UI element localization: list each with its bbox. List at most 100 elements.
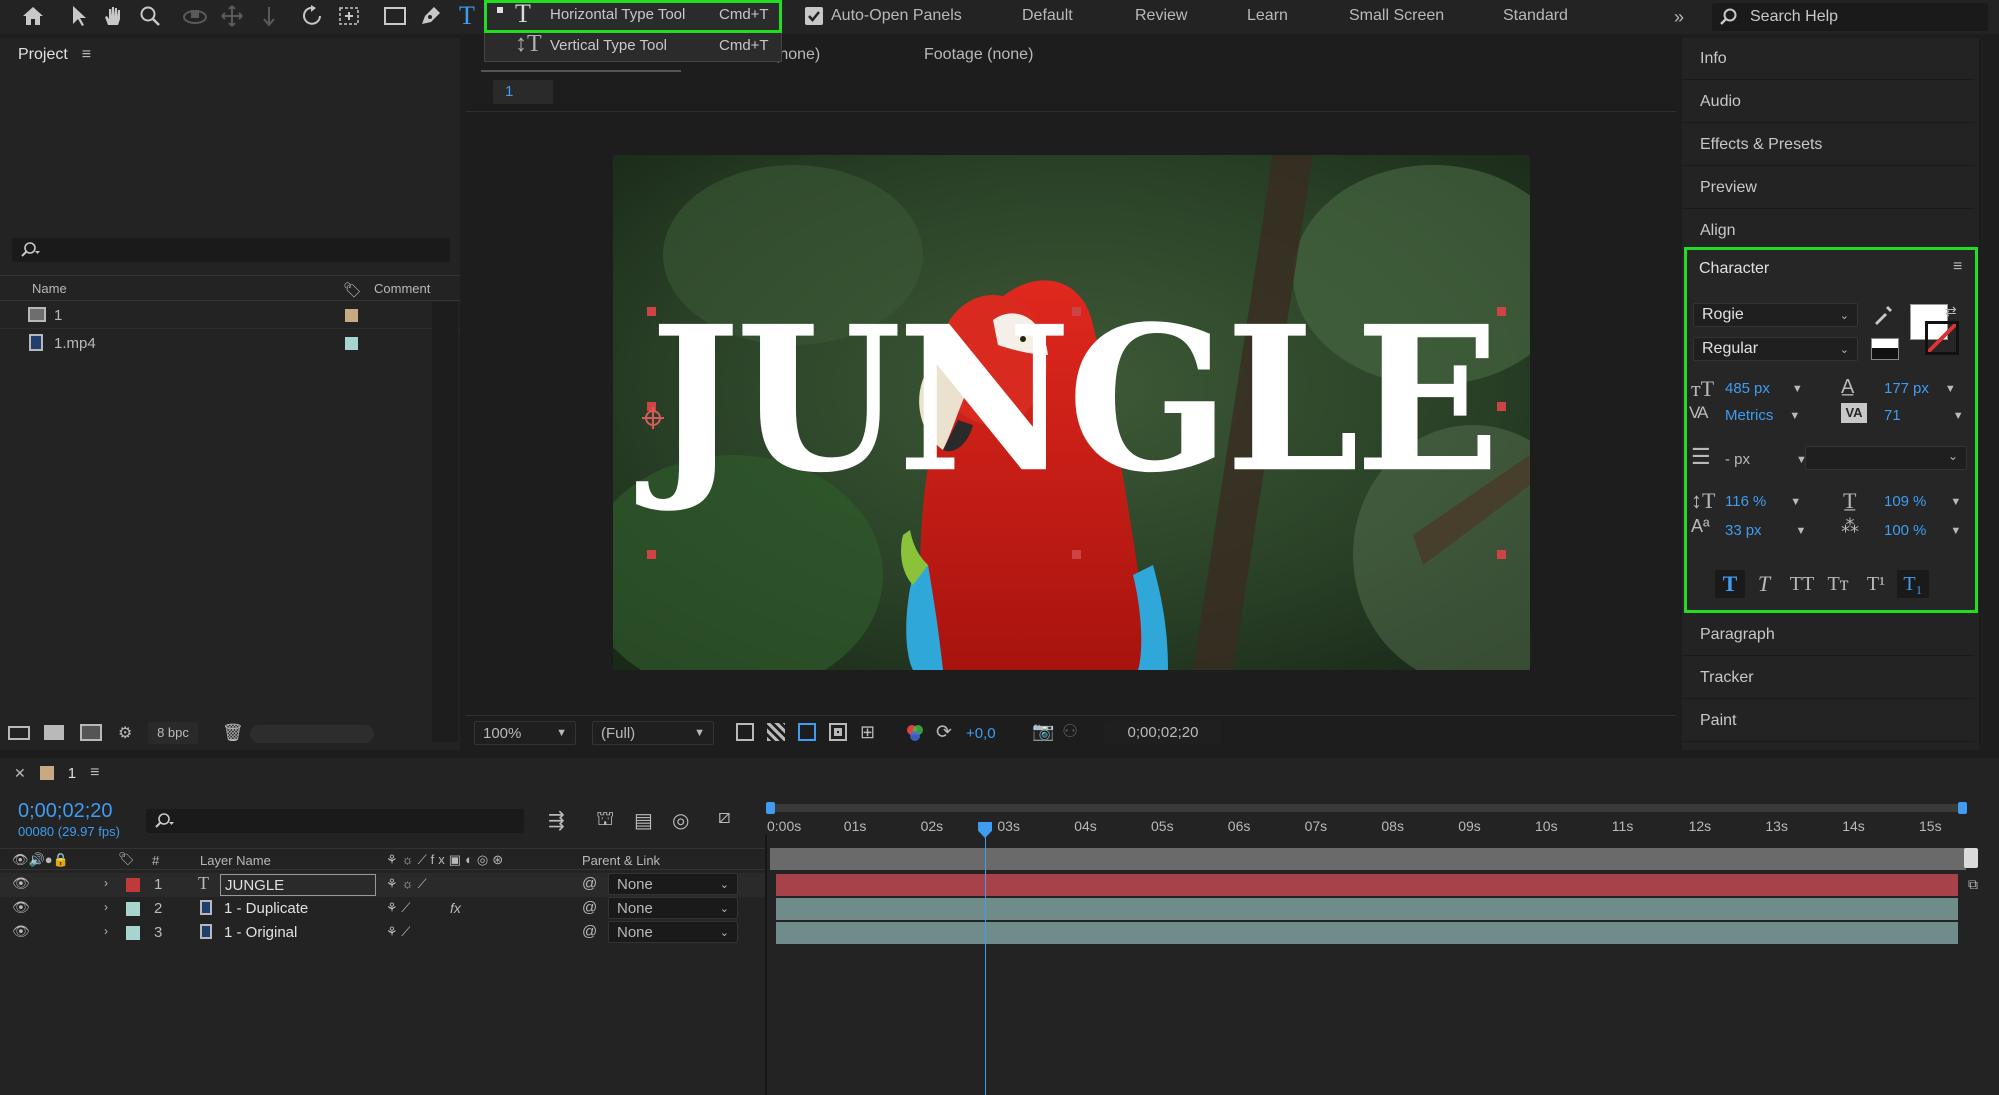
frame-blending-icon[interactable]: ▤	[634, 808, 653, 833]
superscript-button[interactable]: T¹	[1861, 570, 1891, 598]
type-icon[interactable]: T	[454, 1, 480, 30]
panel-audio[interactable]: Audio	[1682, 81, 1974, 123]
grid-guides-icon[interactable]: ⊞	[860, 722, 875, 743]
label-tag-icon[interactable]: 🏷	[343, 281, 362, 299]
checkbox-checked-icon[interactable]	[805, 7, 823, 25]
comp-breadcrumb[interactable]: 1	[493, 80, 553, 104]
swap-colors-icon[interactable]: ⇄	[1945, 303, 1957, 320]
workspace-overflow-icon[interactable]: »	[1674, 7, 1684, 28]
pan-anchor-icon[interactable]	[336, 3, 362, 29]
layer-switches[interactable]: ⚘ ⟋	[386, 924, 410, 940]
new-composition-icon[interactable]	[80, 724, 102, 741]
chevron-right-icon[interactable]: ›	[104, 900, 108, 914]
reset-exposure-icon[interactable]: ⟳	[936, 721, 952, 744]
workspace-default[interactable]: Default	[1022, 7, 1073, 25]
chevron-down-icon[interactable]: ▼	[1792, 383, 1803, 395]
workspace-learn[interactable]: Learn	[1247, 7, 1288, 25]
small-caps-button[interactable]: Tт	[1821, 570, 1855, 598]
hand-icon[interactable]	[100, 3, 126, 29]
eyedropper-icon[interactable]	[1871, 303, 1895, 327]
column-name[interactable]: Name	[32, 281, 67, 296]
fx-switch[interactable]: fx	[450, 900, 461, 916]
graph-editor-icon[interactable]: ⧄	[718, 806, 731, 829]
workspace-small-screen[interactable]: Small Screen	[1349, 7, 1444, 25]
chevron-right-icon[interactable]: ›	[104, 876, 108, 890]
zoom-select[interactable]: 100% ▼	[474, 721, 576, 745]
panel-effects-presets[interactable]: Effects & Presets	[1682, 124, 1974, 166]
layer-row[interactable]: 👁 › 2 1 - Duplicate ⚘ ⟋ fx @ None ⌄	[0, 897, 766, 921]
label-tag-icon[interactable]: 🏷	[118, 851, 135, 867]
faux-bold-button[interactable]: T	[1715, 570, 1745, 598]
project-search-input[interactable]	[12, 238, 450, 262]
move-z-icon[interactable]	[256, 3, 282, 29]
layer-switches[interactable]: ⚘ ⟋	[386, 900, 410, 916]
eye-visibility-icon[interactable]: 👁	[12, 899, 30, 916]
layer-label-swatch[interactable]	[126, 902, 140, 916]
layer-name[interactable]: 1 - Duplicate	[224, 900, 308, 917]
font-size-value[interactable]: 485	[1725, 380, 1750, 397]
panel-preview[interactable]: Preview	[1682, 167, 1974, 209]
layer-row[interactable]: 👁 › 3 1 - Original ⚘ ⟋ @ None ⌄	[0, 921, 766, 945]
chevron-down-icon[interactable]: ▼	[1796, 525, 1807, 537]
transform-handle[interactable]	[1497, 307, 1506, 316]
transform-handle[interactable]	[1072, 550, 1081, 559]
selection-arrow-icon[interactable]	[66, 3, 92, 29]
layer-label-swatch[interactable]	[126, 878, 140, 892]
timeline-zoom-slider-icon[interactable]	[1964, 848, 1978, 868]
region-of-interest-icon[interactable]	[829, 723, 847, 741]
transform-handle[interactable]	[1497, 402, 1506, 411]
thumbnail-slider[interactable]	[250, 725, 374, 743]
viewer-timecode[interactable]: 0;00;02;20	[1104, 721, 1222, 745]
zoom-icon[interactable]	[137, 3, 163, 29]
vertical-scale-control[interactable]: 116 % ▼	[1725, 493, 1801, 510]
bit-depth-button[interactable]: 8 bpc	[148, 722, 198, 744]
timeline-search-input[interactable]	[146, 809, 524, 833]
transform-handle[interactable]	[1497, 550, 1506, 559]
panel-menu-icon[interactable]: ≡	[1953, 258, 1962, 276]
transform-handle[interactable]	[1072, 307, 1081, 316]
pan-behind-icon[interactable]	[219, 3, 245, 29]
orbit-camera-icon[interactable]	[182, 3, 208, 29]
parent-select[interactable]: None ⌄	[608, 897, 738, 919]
workspace-standard[interactable]: Standard	[1503, 7, 1568, 25]
baseline-shift-control[interactable]: 33 px ▼	[1725, 522, 1806, 539]
stroke-color-swatch[interactable]	[1925, 321, 1959, 355]
work-area-bar[interactable]	[770, 804, 1966, 812]
tracking-value[interactable]: 71	[1884, 407, 1901, 424]
eye-visibility-icon[interactable]: 👁	[12, 875, 30, 892]
horizontal-scale-control[interactable]: 109 % ▼	[1884, 493, 1961, 510]
motion-blur-icon[interactable]: ◎	[672, 808, 689, 833]
leading-value[interactable]: 177	[1884, 380, 1909, 397]
font-family-select[interactable]: Rogie ⌄	[1693, 303, 1858, 327]
all-caps-button[interactable]: TT	[1785, 570, 1819, 598]
show-snapshot-icon[interactable]: ⚇	[1062, 721, 1078, 742]
anchor-point-icon[interactable]	[640, 405, 666, 431]
panel-align[interactable]: Align	[1682, 210, 1974, 252]
layer-bar-duplicate[interactable]	[776, 898, 1958, 920]
fast-previews-icon[interactable]	[736, 723, 754, 741]
close-icon[interactable]: ✕	[14, 765, 26, 782]
layer-row[interactable]: 👁 › 1 T JUNGLE ⚘☼⟋ @ None ⌄	[0, 873, 766, 897]
pen-icon[interactable]	[418, 3, 444, 29]
auto-open-panels-toggle[interactable]: Auto-Open Panels	[805, 7, 962, 25]
kerning-value[interactable]: Metrics	[1725, 407, 1773, 424]
zoom-range-bar[interactable]	[770, 848, 1966, 870]
rotate-icon[interactable]	[300, 3, 326, 29]
panel-paint[interactable]: Paint	[1682, 700, 1974, 742]
label-color-swatch[interactable]	[345, 337, 358, 350]
workspace-review[interactable]: Review	[1135, 7, 1187, 25]
kerning-control[interactable]: Metrics ▼	[1725, 407, 1800, 424]
column-comment[interactable]: Comment	[374, 281, 430, 296]
baseline-shift-value[interactable]: 33	[1725, 522, 1742, 539]
eye-visibility-icon[interactable]: 👁	[12, 923, 30, 940]
layer-name-field[interactable]: JUNGLE	[220, 874, 376, 896]
subscript-button[interactable]: T₁	[1897, 570, 1929, 598]
chevron-down-icon[interactable]: ▼	[1945, 383, 1956, 395]
timeline-current-time[interactable]: 0;00;02;20	[18, 800, 113, 823]
leading-control[interactable]: 177 px ▼	[1884, 380, 1956, 397]
playhead-line[interactable]	[985, 828, 987, 1095]
chevron-down-icon[interactable]: ▼	[1950, 525, 1961, 537]
column-layer-name[interactable]: Layer Name	[200, 853, 271, 868]
exposure-value[interactable]: +0,0	[966, 725, 996, 742]
pickwhip-icon[interactable]: @	[582, 875, 597, 892]
